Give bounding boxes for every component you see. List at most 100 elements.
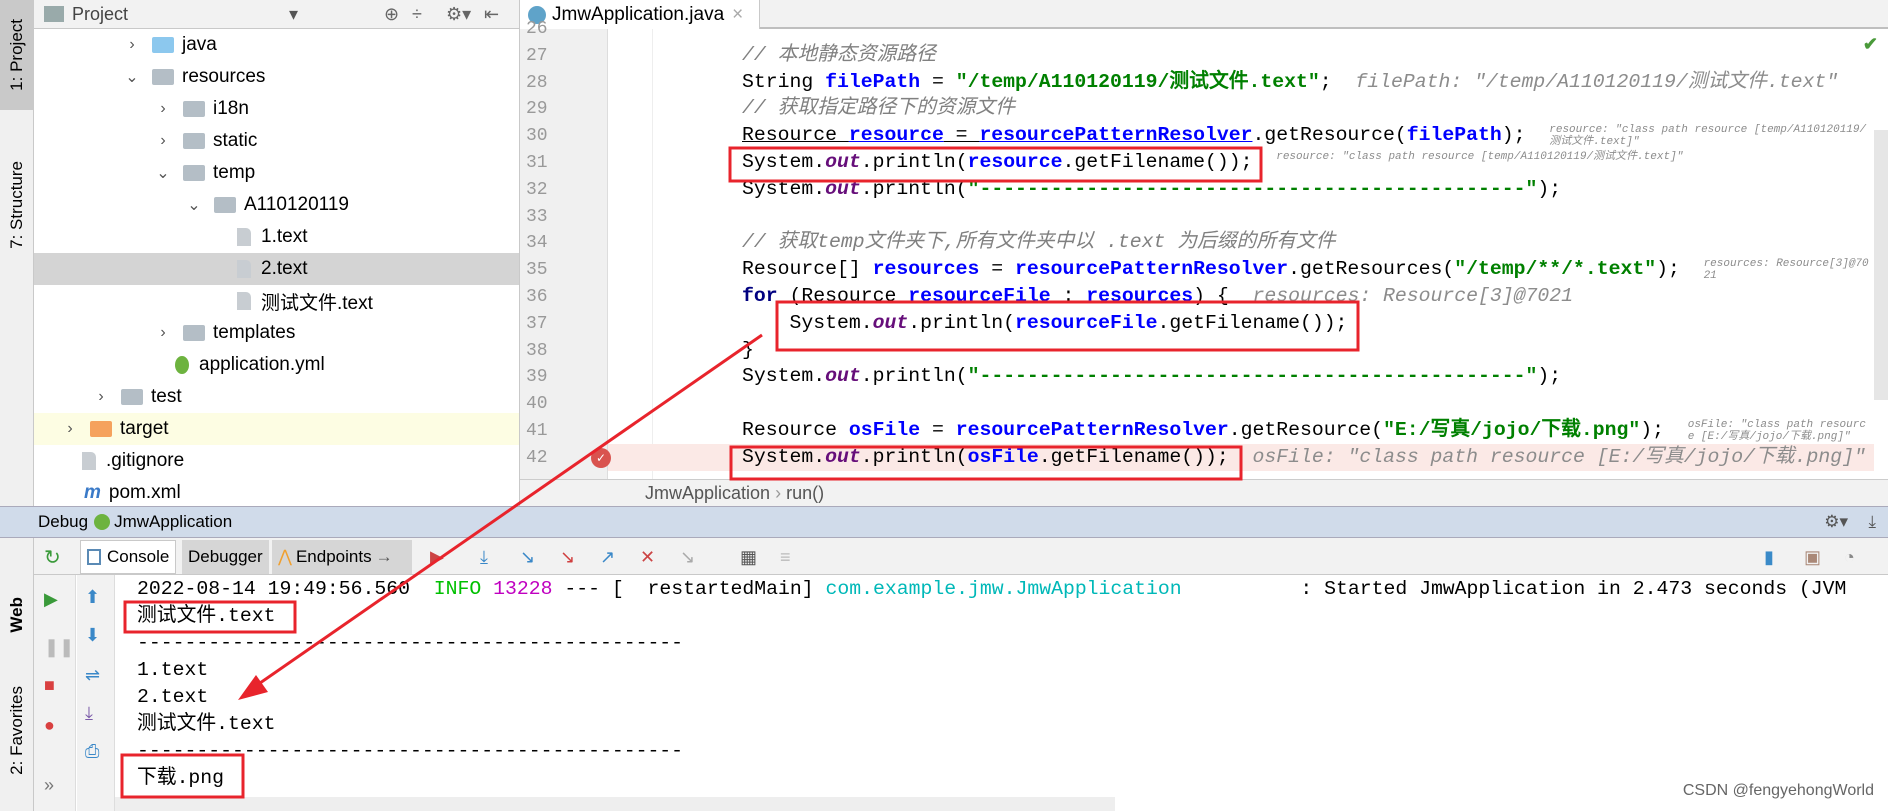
tree-item[interactable]: › java — [34, 29, 519, 61]
tree-item[interactable]: .gitignore — [34, 445, 519, 477]
tree-item[interactable]: ⌄ temp — [34, 157, 519, 189]
print-icon[interactable]: ⎙ — [85, 741, 107, 763]
chevron-right-icon[interactable]: › — [153, 324, 173, 342]
chevron-down-icon[interactable]: ⌄ — [153, 163, 173, 183]
step-out-icon[interactable]: ↗ — [600, 547, 620, 567]
gear-icon[interactable]: ⚙▾ — [446, 4, 471, 25]
tree-item[interactable]: 测试文件.text — [34, 285, 519, 317]
console-output[interactable]: 2022-08-14 19:49:56.560 INFO 13228 --- [… — [115, 575, 1888, 811]
chevron-right-icon[interactable]: › — [60, 420, 80, 438]
tab-console[interactable]: Console — [80, 540, 177, 574]
chevron-right-icon[interactable]: › — [153, 132, 173, 150]
code-line: // 获取指定路径下的资源文件 — [742, 95, 1015, 122]
tree-item[interactable]: › static — [34, 125, 519, 157]
tree-item[interactable]: 1.text — [34, 221, 519, 253]
code-token: : — [1050, 285, 1087, 307]
locate-icon[interactable]: ⊕ — [384, 4, 399, 25]
maven-icon: m — [84, 482, 101, 503]
soft-wrap-icon[interactable]: ⇌ — [85, 665, 107, 687]
stop-icon[interactable]: ■ — [44, 675, 66, 697]
up-icon[interactable]: ⬆ — [85, 587, 107, 609]
folder-blue-icon — [152, 37, 174, 53]
view-breakpoints-icon[interactable]: ● — [44, 715, 66, 737]
step-into-icon[interactable]: ↘ — [520, 547, 540, 567]
tree-item-label: java — [182, 34, 217, 55]
gauge-icon[interactable]: ◔ — [1844, 547, 1864, 567]
tree-item[interactable]: › test — [34, 381, 519, 413]
code-token: ); — [1501, 124, 1550, 147]
evaluate-icon[interactable]: ▦ — [740, 547, 760, 567]
code-line: Resource resource = resourcePatternResol… — [742, 122, 1871, 149]
dropdown-icon[interactable]: ▾ — [289, 4, 298, 25]
console-line: 测试文件.text — [137, 605, 276, 627]
code-token: "/temp/**/*.text" — [1454, 258, 1657, 281]
debug-inline-value: resource: "class path resource [temp/A11… — [1276, 151, 1684, 163]
project-title[interactable]: Project — [72, 4, 128, 25]
tree-item[interactable]: 2.text — [34, 253, 519, 285]
down-icon[interactable]: ⬇ — [85, 625, 107, 647]
step-over-icon[interactable]: ⤓ — [480, 547, 500, 567]
gear-icon[interactable]: ⚙▾ — [1824, 512, 1848, 532]
chevron-right-icon[interactable]: › — [122, 36, 142, 54]
tree-item[interactable]: application.yml — [34, 349, 519, 381]
collapse-icon[interactable]: ÷ — [412, 4, 422, 25]
tool-tab-web[interactable]: Web — [0, 580, 34, 650]
tab-debugger[interactable]: Debugger — [182, 540, 269, 574]
code-token: resourcePatternResolver — [979, 124, 1253, 147]
tool-tab-structure[interactable]: 7: Structure — [0, 130, 34, 280]
tree-item-label: templates — [213, 322, 296, 343]
chevron-right-icon[interactable]: › — [153, 100, 173, 118]
tree-item-label: resources — [182, 66, 266, 87]
tree-item[interactable]: › templates — [34, 317, 519, 349]
code-token: out — [825, 365, 861, 388]
editor-scrollbar[interactable] — [1874, 130, 1888, 400]
debug-inline-value: resources: Resource[3]@7021 — [1252, 285, 1573, 307]
resume-icon[interactable]: ▶ — [44, 589, 66, 611]
breadcrumb-class[interactable]: JmwApplication — [645, 483, 770, 503]
code-token: resource — [967, 151, 1063, 173]
minimize-icon[interactable]: ⤓ — [1868, 512, 1876, 532]
code-token: (Resource — [777, 285, 909, 307]
debug-config-name[interactable]: JmwApplication — [114, 512, 232, 532]
tree-item[interactable]: › i18n — [34, 93, 519, 125]
chevron-right-icon[interactable]: › — [91, 388, 111, 406]
folder-icon — [183, 165, 205, 181]
console-line: 1.text — [137, 659, 209, 681]
code-token: for — [742, 285, 778, 307]
debug-toolbar: ↻ Console Debugger ⋀ Endpoints → ▶ ⤓ ↘ ↘ ↗… — [34, 538, 1888, 575]
show-execution-point-icon[interactable]: ▶ — [430, 547, 450, 567]
drop-frame-icon[interactable]: ✕ — [640, 547, 660, 567]
chevron-down-icon[interactable]: ⌄ — [122, 67, 142, 87]
tab-endpoints[interactable]: ⋀ Endpoints → — [272, 540, 412, 574]
pause-icon[interactable]: ❚❚ — [44, 637, 74, 659]
code-token: out — [872, 311, 909, 334]
tree-item[interactable]: ⌄ resources — [34, 61, 519, 93]
tree-item-label: application.yml — [199, 354, 325, 375]
memory-icon[interactable]: ▣ — [1804, 547, 1824, 567]
tree-item[interactable]: ⌄ A110120119 — [34, 189, 519, 221]
breakpoint-icon[interactable]: ✓ — [591, 447, 611, 468]
breadcrumb-method[interactable]: run() — [786, 483, 824, 503]
scroll-end-icon[interactable]: ⤓ — [85, 703, 107, 725]
rerun-icon[interactable]: ↻ — [44, 545, 61, 570]
force-step-into-icon[interactable]: ↘ — [560, 547, 580, 567]
tool-tab-favorites[interactable]: 2: Favorites — [0, 680, 34, 780]
tree-item[interactable]: › target — [34, 413, 519, 445]
chevron-down-icon[interactable]: ⌄ — [184, 195, 204, 215]
tool-tab-project[interactable]: 1: Project — [0, 0, 34, 110]
code-token: System. — [742, 177, 826, 200]
more-icon[interactable]: » — [44, 775, 66, 797]
console-actions: ⬆ ⬇ ⇌ ⤓ ⎙ — [77, 575, 115, 811]
console-scrollbar[interactable] — [115, 797, 1115, 811]
code-token: .getResource( — [1252, 124, 1407, 147]
trace-icon[interactable]: ≡ — [780, 547, 800, 567]
run-to-cursor-icon[interactable]: ↘ — [680, 547, 700, 567]
console-log-line: 2022-08-14 19:49:56.560 INFO 13228 --- [… — [137, 578, 1847, 600]
threads-icon[interactable]: ▮ — [1764, 547, 1784, 567]
code-token: "E:/写真/jojo/下载.png" — [1383, 419, 1641, 441]
code-line: for (Resource resourceFile : resources) … — [742, 283, 1573, 310]
close-icon[interactable]: × — [732, 4, 743, 26]
tree-item[interactable]: m pom.xml — [34, 477, 519, 509]
file-icon — [82, 452, 96, 470]
hide-icon[interactable]: ⇤ — [484, 4, 499, 25]
